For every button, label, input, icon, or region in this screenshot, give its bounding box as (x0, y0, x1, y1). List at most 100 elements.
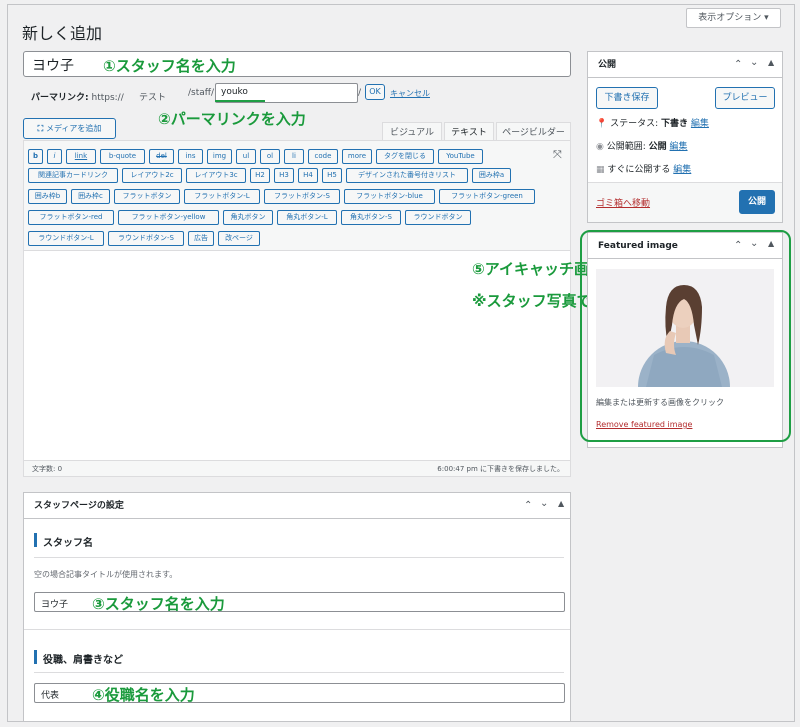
permalink-ok-button[interactable]: OK (365, 84, 385, 100)
chevron-down-icon[interactable]: ⌄ (750, 57, 758, 68)
quicktag-button[interactable]: i (47, 149, 62, 164)
divider (24, 629, 570, 630)
annotation-3: ③スタッフ名を入力 (92, 595, 225, 613)
permalink-slug-value: youko (221, 87, 248, 97)
schedule-edit-link[interactable]: 編集 (673, 165, 691, 175)
move-up-icon[interactable]: ▲ (558, 499, 564, 508)
add-media-button[interactable]: ⛶ メディアを追加 (23, 118, 116, 139)
staff-settings-title: スタッフページの設定 (34, 501, 124, 511)
staff-name-value: ヨウ子 (41, 600, 69, 610)
annotation-1: ①スタッフ名を入力 (103, 57, 236, 75)
eye-icon: ◉ (596, 142, 604, 152)
quicktag-button[interactable]: ラウンドボタン-L (28, 231, 104, 246)
visibility-label: 公開範囲: (606, 142, 646, 152)
annotation-2: ②パーマリンクを入力 (158, 110, 306, 128)
quicktag-button[interactable]: code (308, 149, 338, 164)
status-edit-link[interactable]: 編集 (691, 119, 709, 129)
preview-button[interactable]: プレビュー (715, 87, 775, 109)
visibility-edit-link[interactable]: 編集 (670, 142, 688, 152)
annotation-4: ④役職名を入力 (92, 686, 195, 704)
draft-saved-notice: 6:00:47 pm に下書きを保存しました。 (437, 465, 564, 473)
quicktag-button[interactable]: H5 (322, 168, 342, 183)
quicktag-button[interactable]: 囲み枠c (71, 189, 110, 204)
quicktag-button[interactable]: フラットボタン (114, 189, 180, 204)
quicktag-button[interactable]: ラウンドボタン (405, 210, 471, 225)
quicktag-button[interactable]: レイアウト3c (186, 168, 246, 183)
editor-status-bar: 文字数: 0 6:00:47 pm に下書きを保存しました。 (24, 460, 570, 476)
quicktag-button[interactable]: H2 (250, 168, 270, 183)
publish-box: 公開 ⌃ ⌄ ▲ 下書き保存 プレビュー 📍 ステータス: 下書き 編集 ◉ 公… (587, 51, 783, 223)
quicktag-button[interactable]: フラットボタン-S (264, 189, 340, 204)
role-value: 代表 (41, 691, 60, 701)
add-media-icon: ⛶ (37, 124, 46, 133)
screen-options-button[interactable]: 表示オプション ▾ (686, 8, 781, 28)
quicktag-button[interactable]: レイアウト2c (122, 168, 182, 183)
visibility-value: 公開 (648, 142, 667, 152)
divider (34, 672, 564, 673)
status-value: 下書き (661, 119, 689, 129)
quicktag-button[interactable]: 角丸ボタン (223, 210, 273, 225)
permalink-cancel-link[interactable]: キャンセル (390, 88, 430, 99)
quicktag-button[interactable]: ins (178, 149, 203, 164)
quicktag-button[interactable]: b-quote (100, 149, 145, 164)
slug-underline (215, 100, 265, 102)
permalink-path: /staff/ (188, 88, 214, 98)
quicktag-button[interactable]: 角丸ボタン-S (341, 210, 401, 225)
quicktag-button[interactable]: li (284, 149, 304, 164)
permalink-prefix: https:// (91, 93, 124, 103)
quicktag-button[interactable]: img (207, 149, 232, 164)
permalink-suffix: / (358, 88, 362, 98)
quicktag-button[interactable]: ul (236, 149, 256, 164)
section-marker (34, 533, 37, 547)
save-draft-button[interactable]: 下書き保存 (596, 87, 658, 109)
word-count: 文字数: 0 (32, 465, 63, 473)
pin-icon: 📍 (596, 119, 608, 129)
quicktag-button[interactable]: 改ページ (218, 231, 260, 246)
chevron-down-icon[interactable]: ⌄ (540, 498, 548, 509)
quicktag-button[interactable]: フラットボタン-L (184, 189, 260, 204)
role-heading: 役職、肩書きなど (43, 655, 123, 666)
quicktag-button[interactable]: del (149, 149, 174, 164)
chevron-up-icon[interactable]: ⌃ (734, 59, 742, 70)
quicktag-button[interactable]: YouTube (438, 149, 483, 164)
permalink-label: パーマリンク: (31, 93, 89, 103)
quicktag-button[interactable]: ol (260, 149, 280, 164)
publish-button[interactable]: 公開 (739, 190, 775, 214)
chevron-up-icon[interactable]: ⌃ (524, 500, 532, 511)
quicktag-button[interactable]: H4 (298, 168, 318, 183)
quicktag-button[interactable]: link (66, 149, 96, 164)
quicktag-button[interactable]: フラットボタン-blue (344, 189, 435, 204)
divider (34, 557, 564, 558)
permalink-label-row: パーマリンク: https:// (31, 90, 124, 103)
publish-box-title: 公開 (598, 60, 617, 70)
quicktag-button[interactable]: 広告 (188, 231, 214, 246)
staff-name-heading: スタッフ名 (43, 538, 93, 549)
quicktag-button[interactable]: フラットボタン-yellow (118, 210, 219, 225)
quicktag-button[interactable]: 囲み枠b (28, 189, 67, 204)
quicktag-button[interactable]: フラットボタン-red (28, 210, 114, 225)
featured-highlight-frame (580, 230, 791, 442)
quicktag-button[interactable]: 囲み枠a (472, 168, 511, 183)
trash-link[interactable]: ゴミ箱へ移動 (596, 196, 650, 209)
quicktag-button[interactable]: H3 (274, 168, 294, 183)
schedule-row: ▦ すぐに公開する 編集 (596, 162, 691, 175)
publish-actions: ゴミ箱へ移動 公開 (588, 182, 782, 222)
section-marker (34, 650, 37, 664)
fullscreen-icon[interactable]: ⤧ (553, 148, 562, 162)
quicktag-button[interactable]: 関連記事カードリンク (28, 168, 118, 183)
quicktag-button[interactable]: フラットボタン-green (439, 189, 535, 204)
staff-name-help: 空の場合記事タイトルが使用されます。 (34, 570, 178, 579)
quicktag-button[interactable]: タグを閉じる (376, 149, 434, 164)
visibility-row: ◉ 公開範囲: 公開 編集 (596, 139, 688, 152)
quicktag-button[interactable]: 角丸ボタン-L (277, 210, 337, 225)
quicktag-button[interactable]: more (342, 149, 372, 164)
page-title: 新しく追加 (22, 24, 103, 43)
staff-settings-box: スタッフページの設定 ⌃ ⌄ ▲ スタッフ名 空の場合記事タイトルが使用されます… (23, 492, 571, 722)
permalink-site: テスト (139, 93, 167, 103)
quicktag-button[interactable]: b (28, 149, 43, 164)
move-up-icon[interactable]: ▲ (768, 58, 774, 67)
quicktag-button[interactable]: デザインされた番号付きリスト (346, 168, 468, 183)
quicktag-button[interactable]: ラウンドボタン-S (108, 231, 184, 246)
status-label: ステータス: (610, 119, 659, 129)
schedule-label: すぐに公開する (607, 165, 671, 175)
